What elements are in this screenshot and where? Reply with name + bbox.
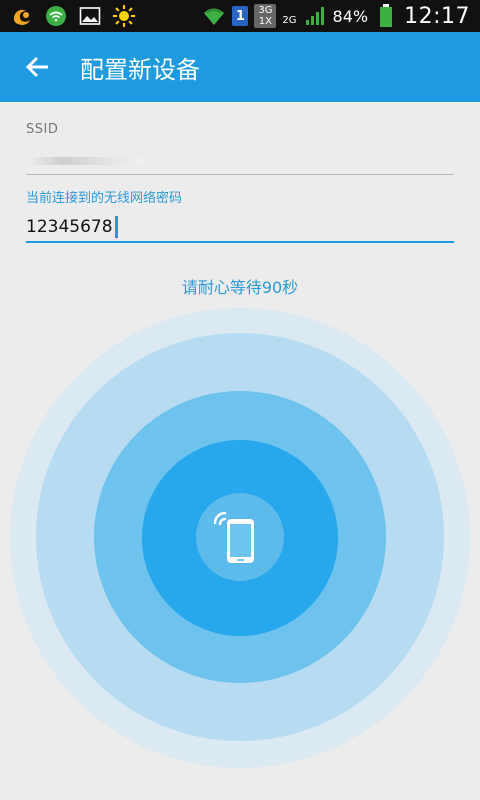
status-indicators: 1 3G 1X 2G 84% 12:17 — [202, 3, 470, 29]
wait-message: 请耐心等待90秒 — [181, 278, 299, 297]
app-bar: 配置新设备 — [0, 32, 480, 102]
gallery-icon — [78, 4, 102, 28]
battery-icon — [374, 4, 398, 28]
ssid-underline — [26, 174, 454, 175]
battery-percent: 84% — [332, 6, 369, 26]
status-bar: 1 3G 1X 2G 84% 12:17 — [0, 0, 480, 32]
network-bottom-label: 1X — [258, 16, 273, 27]
wifi-notification-icon — [44, 4, 68, 28]
ssid-field[interactable] — [26, 150, 454, 174]
page-title: 配置新设备 — [80, 56, 200, 84]
cell-signal-icon — [303, 4, 327, 28]
weather-sun-icon — [112, 4, 136, 28]
password-value: 12345678 — [26, 217, 113, 237]
network-top-label: 3G — [258, 5, 273, 16]
phone-broadcast-icon — [213, 511, 254, 563]
text-cursor — [114, 216, 118, 238]
network-2g-label: 2G — [282, 14, 297, 26]
password-field[interactable]: 12345678 — [26, 214, 454, 240]
wifi-signal-icon — [202, 4, 226, 28]
ssid-label: SSID — [26, 122, 59, 137]
password-underline — [26, 241, 454, 243]
back-arrow-icon — [25, 56, 48, 78]
status-notifications — [10, 4, 136, 28]
clock: 12:17 — [404, 3, 470, 29]
ssid-redacted-value — [26, 157, 144, 165]
network-type-badge: 3G 1X — [254, 4, 277, 28]
uc-browser-icon — [10, 4, 34, 28]
back-button[interactable] — [20, 49, 56, 85]
password-label: 当前连接到的无线网络密码 — [26, 191, 183, 206]
sim-slot-badge: 1 — [232, 6, 249, 26]
